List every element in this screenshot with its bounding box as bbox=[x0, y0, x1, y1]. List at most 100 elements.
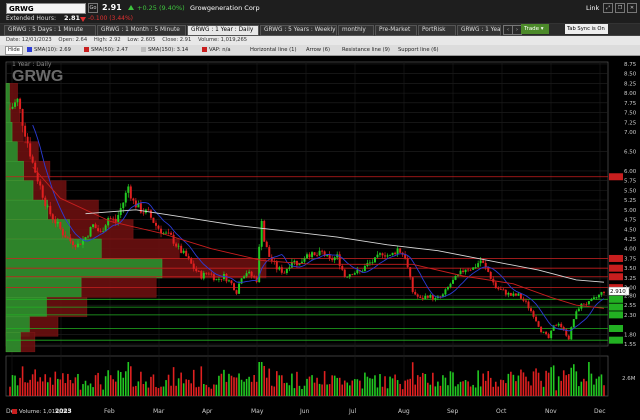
candle-body bbox=[185, 250, 188, 257]
candle-body bbox=[519, 293, 522, 299]
candle-body bbox=[122, 202, 125, 209]
y-tick-label: 5.25 bbox=[624, 198, 637, 204]
hide-button[interactable]: Hide bbox=[5, 46, 23, 55]
candle-body bbox=[182, 250, 185, 253]
tab-5days[interactable]: GRWG : 5 Days : 1 Minute bbox=[4, 25, 96, 36]
volume-bar bbox=[127, 362, 130, 396]
x-tick-label: Feb bbox=[104, 408, 115, 415]
candle-body bbox=[585, 304, 588, 305]
volume-bar bbox=[572, 364, 575, 396]
volume-bar bbox=[51, 384, 54, 396]
candle-body bbox=[44, 197, 47, 207]
volume-bar bbox=[354, 379, 356, 396]
sma150-legend[interactable]: SMA(150): 3.14 bbox=[141, 47, 188, 54]
volume-bar bbox=[235, 377, 238, 396]
price-chart[interactable]: 2.910 GRWG 1 Year : Daily 1.55 1.80 2.30 2.… bbox=[0, 56, 640, 418]
x-tick-label: Jun bbox=[299, 408, 310, 415]
volume-bar bbox=[517, 375, 520, 396]
volume-bar bbox=[374, 375, 376, 396]
volume-bar bbox=[494, 381, 497, 396]
vap-up-bar bbox=[5, 102, 11, 123]
resistance-legend[interactable]: Resistance line (9) bbox=[342, 47, 390, 54]
y-tick-label: 7.00 bbox=[624, 130, 637, 136]
y-tick-label: 4.50 bbox=[624, 227, 637, 233]
tab-1year[interactable]: GRWG : 1 Year bbox=[457, 25, 501, 36]
candle-body bbox=[474, 267, 477, 268]
volume-bar bbox=[82, 384, 84, 396]
extended-change: -0.100 (3.44%) bbox=[88, 15, 133, 22]
volume-bar bbox=[515, 381, 517, 396]
candle-body bbox=[275, 261, 278, 270]
company-name: Growgeneration Corp bbox=[190, 4, 260, 12]
restore-icon[interactable]: ❐ bbox=[615, 3, 625, 13]
candle-body bbox=[245, 273, 248, 277]
volume-bar bbox=[268, 368, 271, 396]
volume-bar bbox=[137, 381, 140, 396]
volume-bar bbox=[416, 375, 419, 396]
resistance-tag bbox=[609, 173, 623, 181]
candle-body bbox=[597, 294, 600, 298]
candle-body bbox=[389, 254, 392, 256]
tab-5years[interactable]: GRWG : 5 Years : Weekly bbox=[260, 25, 337, 36]
expand-icon[interactable]: ⤢ bbox=[603, 3, 613, 13]
volume-bar bbox=[562, 370, 565, 396]
candle-body bbox=[238, 283, 241, 294]
y-tick-label: 8.75 bbox=[624, 62, 637, 68]
candle-body bbox=[545, 331, 548, 335]
candle-body bbox=[449, 283, 452, 288]
volume-bar bbox=[195, 387, 198, 396]
volume-bar bbox=[147, 387, 150, 396]
candle-body bbox=[303, 258, 306, 262]
candle-body bbox=[260, 220, 263, 247]
close-icon[interactable]: ✕ bbox=[627, 3, 637, 13]
tab-premarket[interactable]: Pre-Market bbox=[375, 25, 417, 36]
volume-bar bbox=[348, 385, 351, 396]
sma10-legend[interactable]: SMA(10): 2.69 bbox=[27, 47, 71, 54]
volume-bar bbox=[172, 367, 175, 396]
volume-bar bbox=[522, 372, 525, 396]
y-tick-label: 3.00 bbox=[624, 286, 637, 292]
chart-canvas[interactable]: 2.910 GRWG 1 Year : Daily 1.551.802.302.… bbox=[0, 56, 640, 418]
volume-bar bbox=[29, 379, 31, 396]
symbol-input[interactable]: GRWG bbox=[6, 3, 86, 14]
title-bar: GRWG Go 2.91 +0.25 (9.40%) Growgeneratio… bbox=[0, 0, 640, 24]
vap-up-bar bbox=[5, 332, 21, 353]
tab-1year-daily[interactable]: GRWG : 1 Year : Daily bbox=[187, 25, 259, 36]
volume-bar bbox=[547, 372, 550, 396]
candle-body bbox=[479, 260, 482, 264]
volume-bar bbox=[77, 373, 79, 396]
volume-bar bbox=[421, 372, 424, 396]
tab-monthly[interactable]: monthly bbox=[338, 25, 374, 36]
tab-1month[interactable]: GRWG : 1 Month : 5 Minute bbox=[97, 25, 186, 36]
candle-body bbox=[540, 326, 543, 333]
volume-bar bbox=[177, 378, 180, 396]
candle-body bbox=[139, 203, 142, 213]
support-legend[interactable]: Support line (6) bbox=[398, 47, 439, 54]
volume-bar bbox=[540, 380, 542, 396]
tab-sync-toggle[interactable]: Tab Sync is On bbox=[565, 24, 608, 34]
candle-body bbox=[175, 243, 178, 247]
candle-body bbox=[74, 244, 77, 247]
vap-legend[interactable]: VAP: n/a bbox=[202, 47, 231, 54]
sma50-legend[interactable]: SMA(50): 2.47 bbox=[84, 47, 128, 54]
candle-body bbox=[19, 98, 22, 110]
volume-bar bbox=[326, 384, 328, 396]
volume-bar bbox=[130, 366, 132, 396]
candle-body bbox=[84, 237, 87, 240]
volume-bar bbox=[313, 382, 316, 396]
volume-bar bbox=[449, 371, 452, 396]
candle-body bbox=[454, 275, 457, 280]
candle-body bbox=[283, 272, 286, 274]
trade-button[interactable]: Trade ▾ bbox=[521, 24, 549, 34]
volume-bar bbox=[210, 388, 213, 396]
arrow-legend[interactable]: Arrow (6) bbox=[306, 47, 330, 54]
support-tag bbox=[609, 311, 623, 319]
up-arrow-icon bbox=[128, 5, 134, 10]
tab-portrisk[interactable]: PortRisk bbox=[418, 25, 456, 36]
volume-bar bbox=[311, 375, 313, 396]
hline-legend[interactable]: Horizontal line (1) bbox=[250, 47, 297, 54]
volume-bar bbox=[258, 362, 260, 396]
go-button[interactable]: Go bbox=[88, 3, 98, 13]
volume-bar bbox=[439, 385, 442, 396]
link-label[interactable]: Link bbox=[586, 4, 599, 12]
